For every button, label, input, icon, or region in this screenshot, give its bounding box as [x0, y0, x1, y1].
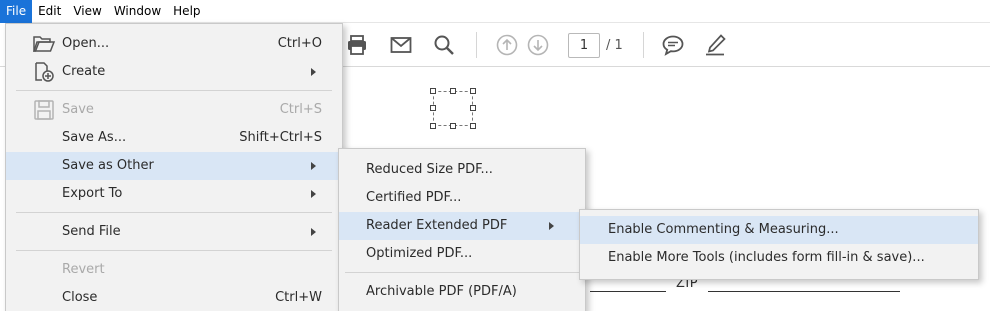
resize-handle[interactable]: [430, 88, 436, 94]
selection-box[interactable]: [433, 91, 473, 126]
search-icon[interactable]: [432, 33, 456, 57]
mail-icon[interactable]: [389, 33, 413, 57]
menu-edit[interactable]: Edit: [32, 0, 67, 23]
page-up-icon[interactable]: [495, 33, 519, 57]
submenu-arrow-icon: [549, 222, 554, 230]
toolbar-separator: [476, 32, 477, 58]
menu-item-save-as[interactable]: Save As... Shift+Ctrl+S: [6, 124, 342, 152]
menu-item-label: Optimized PDF...: [366, 246, 473, 261]
menu-item-open[interactable]: Open... Ctrl+O: [6, 30, 342, 58]
menu-item-close[interactable]: Close Ctrl+W: [6, 284, 342, 311]
resize-handle[interactable]: [450, 88, 456, 94]
submenu-arrow-icon: [311, 162, 316, 170]
menu-item-archivable-pdf[interactable]: Archivable PDF (PDF/A): [339, 278, 585, 306]
menu-item-label: Archivable PDF (PDF/A): [366, 284, 517, 299]
resize-handle[interactable]: [450, 123, 456, 129]
menu-item-label: Certified PDF...: [366, 190, 462, 205]
menu-item-label: Create: [62, 64, 106, 79]
page-number-input[interactable]: 1: [568, 33, 600, 58]
menu-item-save[interactable]: Save Ctrl+S: [6, 96, 342, 124]
menu-item-label: Save as Other: [62, 158, 154, 173]
menu-item-save-as-other[interactable]: Save as Other: [6, 152, 342, 180]
form-line: [708, 291, 900, 292]
menu-item-create[interactable]: Create: [6, 58, 342, 86]
menu-item-label: Send File: [62, 224, 121, 239]
resize-handle[interactable]: [470, 123, 476, 129]
save-as-other-submenu: Reduced Size PDF... Certified PDF... Rea…: [338, 148, 586, 311]
resize-handle[interactable]: [470, 88, 476, 94]
menu-item-label: Revert: [62, 262, 105, 277]
menu-separator: [345, 272, 579, 273]
menu-item-label: Reader Extended PDF: [366, 218, 508, 233]
menu-item-reduced-size-pdf[interactable]: Reduced Size PDF...: [339, 156, 585, 184]
menu-item-shortcut: Ctrl+W: [275, 290, 322, 305]
create-icon: [32, 61, 56, 83]
submenu-arrow-icon: [311, 190, 316, 198]
menu-item-shortcut: Shift+Ctrl+S: [239, 130, 322, 145]
form-line: [590, 291, 666, 292]
menu-item-label: Open...: [62, 36, 110, 51]
menu-item-label: Close: [62, 290, 98, 305]
menu-file[interactable]: File: [0, 0, 33, 23]
file-menu: Open... Ctrl+O Create Save Ctrl+S Save A…: [5, 23, 343, 311]
menu-view[interactable]: View: [67, 0, 107, 23]
menu-item-enable-more-tools[interactable]: Enable More Tools (includes form fill-in…: [580, 244, 978, 272]
menu-separator: [16, 90, 332, 91]
menu-item-certified-pdf[interactable]: Certified PDF...: [339, 184, 585, 212]
resize-handle[interactable]: [430, 123, 436, 129]
menu-item-label: Export To: [62, 186, 123, 201]
resize-handle[interactable]: [430, 105, 436, 111]
menu-item-enable-commenting[interactable]: Enable Commenting & Measuring...: [580, 216, 978, 244]
menu-item-reader-extended-pdf[interactable]: Reader Extended PDF: [339, 212, 585, 240]
menu-item-optimized-pdf[interactable]: Optimized PDF...: [339, 240, 585, 268]
menu-separator: [16, 250, 332, 251]
menu-item-revert[interactable]: Revert: [6, 256, 342, 284]
print-icon[interactable]: [345, 33, 369, 57]
reader-extended-submenu: Enable Commenting & Measuring... Enable …: [579, 209, 979, 280]
resize-handle[interactable]: [470, 105, 476, 111]
page-total: / 1: [606, 38, 623, 53]
menu-item-label: Enable Commenting & Measuring...: [608, 222, 839, 237]
menu-separator: [16, 212, 332, 213]
menu-help[interactable]: Help: [167, 0, 206, 23]
menu-window[interactable]: Window: [108, 0, 167, 23]
menu-item-shortcut: Ctrl+O: [277, 36, 322, 51]
menu-item-label: Enable More Tools (includes form fill-in…: [608, 250, 925, 265]
sign-icon[interactable]: [703, 33, 727, 57]
menu-item-label: Save: [62, 102, 94, 117]
toolbar-separator: [643, 32, 644, 58]
menu-bar: File Edit View Window Help: [0, 0, 990, 23]
menu-item-shortcut: Ctrl+S: [279, 102, 322, 117]
save-icon: [32, 99, 56, 121]
menu-item-label: Reduced Size PDF...: [366, 162, 493, 177]
submenu-arrow-icon: [311, 228, 316, 236]
folder-open-icon: [32, 33, 56, 55]
comment-icon[interactable]: [661, 33, 685, 57]
menu-item-export-to[interactable]: Export To: [6, 180, 342, 208]
page-down-icon[interactable]: [526, 33, 550, 57]
menu-item-label: Save As...: [62, 130, 127, 145]
menu-item-send-file[interactable]: Send File: [6, 218, 342, 246]
submenu-arrow-icon: [311, 68, 316, 76]
